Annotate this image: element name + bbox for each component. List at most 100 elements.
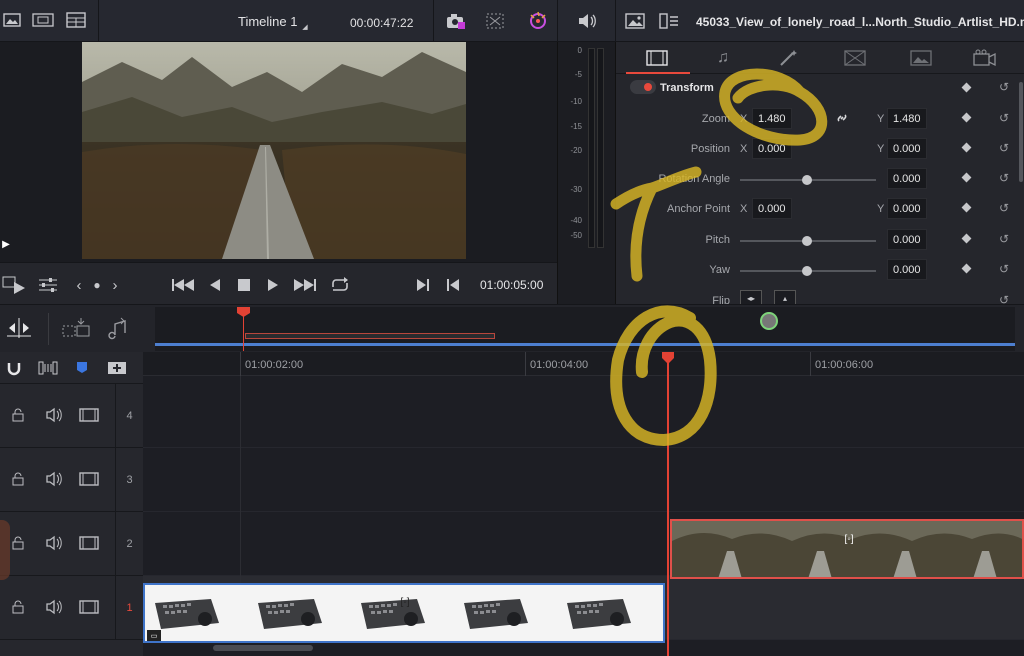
transform-toggle[interactable] — [630, 80, 656, 94]
link-icon[interactable] — [834, 110, 850, 126]
track-lane-4 — [143, 384, 1024, 448]
keyframe-diamond-icon[interactable] — [961, 142, 972, 153]
anchor-y-input[interactable]: 0.000 — [887, 198, 927, 219]
yaw-row: Yaw 0.000 ↺ — [616, 255, 1024, 285]
mixer-icon[interactable] — [36, 275, 60, 295]
keyframe-diamond-icon[interactable] — [961, 202, 972, 213]
transition-tab-icon[interactable] — [844, 48, 866, 68]
pitch-row: Pitch 0.000 ↺ — [616, 225, 1024, 255]
audio-icon[interactable] — [44, 406, 64, 424]
keyboard-clip[interactable]: [◦] ▭ — [143, 583, 665, 643]
forward-to-end-icon[interactable] — [292, 275, 318, 295]
timeline-scrollbar[interactable] — [213, 645, 313, 651]
zoom-x-input[interactable]: 1.480 — [752, 108, 792, 129]
timeline-ruler[interactable]: 01:00:02:00 01:00:04:00 01:00:06:00 — [143, 352, 1024, 376]
audio-icon[interactable] — [44, 534, 64, 552]
reset-icon[interactable]: ↺ — [997, 201, 1011, 215]
reset-icon[interactable]: ↺ — [997, 232, 1011, 246]
append-icon[interactable] — [60, 315, 92, 341]
keyframe-diamond-icon[interactable] — [961, 112, 972, 123]
audio-icon[interactable] — [44, 470, 64, 488]
flag-icon[interactable] — [72, 358, 92, 378]
dot-icon[interactable]: ● — [90, 275, 104, 295]
track-number: 3 — [115, 448, 143, 512]
timeline-dropdown-icon[interactable]: ◢ — [300, 22, 310, 32]
timeline-name[interactable]: Timeline 1 — [238, 14, 297, 29]
audio-tab-icon[interactable]: ♫ — [712, 48, 734, 68]
reset-icon[interactable]: ↺ — [997, 80, 1011, 94]
lock-icon[interactable] — [10, 598, 26, 616]
clip-play-icon[interactable] — [2, 275, 28, 295]
edge-object — [0, 520, 10, 580]
stop-icon[interactable] — [235, 275, 253, 295]
video-icon[interactable] — [78, 534, 100, 552]
reset-icon[interactable]: ↺ — [997, 141, 1011, 155]
audio-icon[interactable] — [44, 598, 64, 616]
camera-icon[interactable] — [444, 10, 468, 32]
position-x-input[interactable]: 0.000 — [752, 138, 792, 159]
mini-timeline[interactable] — [155, 307, 1015, 351]
reset-icon[interactable]: ↺ — [997, 111, 1011, 125]
play-icon[interactable] — [264, 275, 282, 295]
transport-bar: ‹ ● › 01:00:05:00 ≡ — [0, 262, 591, 306]
rewind-to-start-icon[interactable] — [170, 275, 196, 295]
position-row: Position X 0.000 Y 0.000 ↺ — [616, 134, 1024, 164]
transform-badge-icon: [◦] — [400, 596, 410, 608]
yaw-slider[interactable] — [740, 266, 876, 276]
effects-tab-icon[interactable] — [778, 48, 800, 68]
edit-index-icon[interactable] — [65, 10, 87, 30]
keyframe-diamond-icon[interactable] — [961, 233, 972, 244]
next-icon[interactable]: › — [108, 275, 122, 295]
color-effects-icon[interactable] — [526, 10, 550, 32]
prev-icon[interactable]: ‹ — [72, 275, 86, 295]
road-clip[interactable]: [◦] — [670, 519, 1024, 579]
video-tab-icon[interactable] — [644, 48, 670, 68]
rotation-slider[interactable] — [740, 175, 876, 185]
playhead[interactable] — [667, 352, 669, 656]
effects-library-icon[interactable] — [31, 10, 55, 30]
loop-icon[interactable] — [328, 274, 352, 296]
play-reverse-icon[interactable] — [206, 275, 224, 295]
image-icon[interactable] — [624, 11, 646, 31]
position-y-input[interactable]: 0.000 — [887, 138, 927, 159]
lock-icon[interactable] — [10, 470, 26, 488]
track-lane-3 — [143, 448, 1024, 512]
speaker-icon[interactable] — [576, 10, 598, 32]
zoom-y-input[interactable]: 1.480 — [887, 108, 927, 129]
reset-icon[interactable]: ↺ — [997, 262, 1011, 276]
video-icon[interactable] — [78, 470, 100, 488]
trim-tool-icon[interactable] — [4, 315, 34, 341]
pitch-slider[interactable] — [740, 236, 876, 246]
reset-icon[interactable]: ↺ — [997, 171, 1011, 185]
frame-marker-icon: ▶ — [2, 238, 10, 250]
clip-info-icon[interactable] — [658, 11, 680, 31]
lock-icon[interactable] — [10, 534, 26, 552]
transform-overlay-icon[interactable] — [483, 10, 507, 32]
yaw-input[interactable]: 0.000 — [887, 259, 927, 280]
viewer-frame[interactable] — [82, 42, 466, 259]
audio-append-icon[interactable] — [104, 315, 132, 341]
mini-timeline-marker[interactable] — [760, 312, 778, 330]
linked-selection-icon[interactable] — [37, 358, 59, 378]
keyframe-diamond-icon[interactable] — [961, 263, 972, 274]
media-pool-icon[interactable] — [2, 10, 22, 30]
keyframe-diamond-icon[interactable] — [961, 172, 972, 183]
timeline[interactable]: 01:00:02:00 01:00:04:00 01:00:06:00 [◦] — [143, 352, 1024, 656]
next-edit-icon[interactable] — [414, 275, 432, 295]
video-icon[interactable] — [78, 598, 100, 616]
keyframe-diamond-icon[interactable] — [961, 82, 972, 93]
pitch-input[interactable]: 0.000 — [887, 229, 927, 250]
prev-edit-icon[interactable] — [444, 275, 462, 295]
lock-icon[interactable] — [10, 406, 26, 424]
track-headers: 4 3 2 1 — [0, 352, 143, 656]
file-tab-icon[interactable] — [972, 48, 998, 68]
snap-icon[interactable] — [4, 358, 24, 378]
rotation-input[interactable]: 0.000 — [887, 168, 927, 189]
transform-title: Transform — [660, 82, 714, 94]
image-tab-icon[interactable] — [910, 48, 932, 68]
anchor-x-input[interactable]: 0.000 — [752, 198, 792, 219]
inspector-scrollbar[interactable] — [1019, 82, 1023, 182]
marker-add-icon[interactable] — [106, 358, 128, 378]
active-tab-indicator — [626, 72, 690, 74]
video-icon[interactable] — [78, 406, 100, 424]
